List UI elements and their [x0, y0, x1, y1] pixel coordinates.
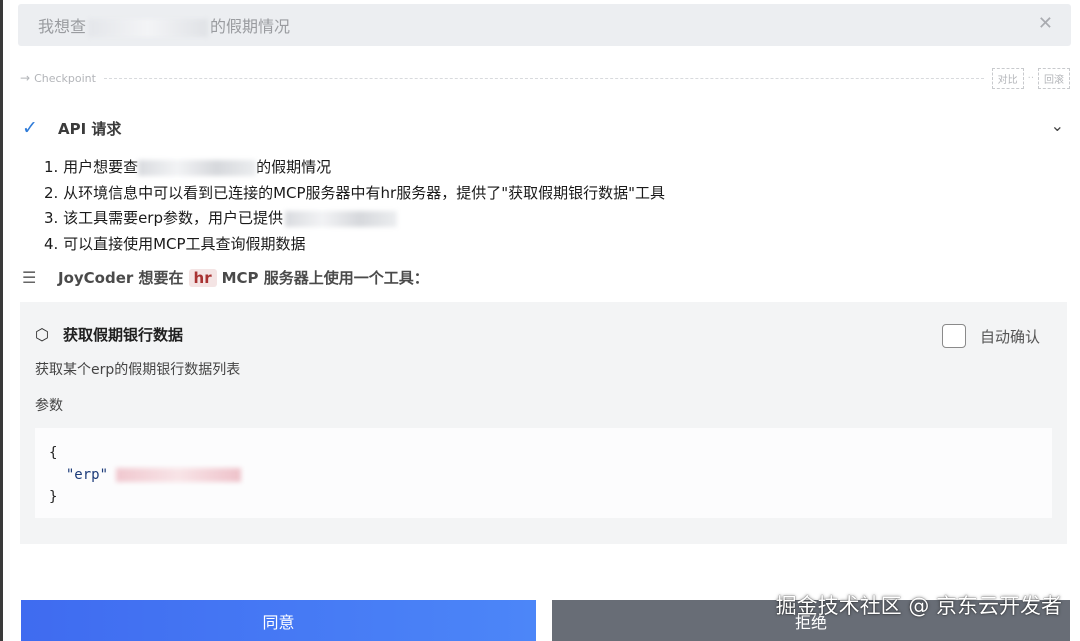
params-code-block: { "erp" }: [35, 428, 1052, 518]
mcp-notice-text: JoyCoder 想要在 hr MCP 服务器上使用一个工具：: [58, 268, 429, 287]
server-icon: ☰: [22, 267, 37, 287]
cube-icon: ⬡: [35, 325, 49, 344]
tool-name: 获取假期银行数据: [63, 326, 184, 344]
redacted-erp: [285, 210, 397, 227]
window-left-edge: [0, 0, 3, 641]
api-request-label: API 请求: [58, 119, 122, 138]
server-tag: hr: [188, 268, 217, 287]
chevron-down-icon[interactable]: ⌄: [1051, 116, 1064, 135]
code-key-erp: "erp": [65, 467, 109, 483]
reasoning-steps: 1. 用户想要查 的假期情况 2. 从环境信息中可以看到已连接的MCP服务器中有h…: [44, 155, 665, 257]
redacted-name: [88, 18, 209, 37]
step-item: 4. 可以直接使用MCP工具查询假期数据: [44, 234, 306, 253]
checkpoint-separator: ··: [1027, 72, 1034, 84]
redacted-erp-value: [116, 468, 242, 482]
task-header: 我想查 的假期情况 ✕: [18, 4, 1071, 46]
code-line-close: }: [49, 489, 58, 505]
agree-button[interactable]: 同意: [21, 600, 536, 641]
watermark: 掘金技术社区 @ 京东云开发者: [775, 594, 1062, 618]
redacted-name: [138, 159, 257, 176]
auto-confirm-label: 自动确认: [979, 327, 1040, 346]
params-label: 参数: [35, 398, 63, 414]
api-request-header[interactable]: ✓ API 请求 ⌄: [22, 116, 1070, 140]
code-line-erp: "erp": [49, 464, 1052, 486]
checkpoint-label: Checkpoint: [34, 71, 96, 85]
checkpoint-divider: [103, 77, 984, 79]
step-item: 3. 该工具需要erp参数，用户已提供: [44, 206, 665, 232]
step-item: 2. 从环境信息中可以看到已连接的MCP服务器中有hr服务器，提供了"获取假期银…: [44, 183, 666, 202]
close-icon[interactable]: ✕: [1038, 13, 1053, 34]
compare-button[interactable]: 对比: [991, 67, 1024, 89]
checkmark-icon: ✓: [22, 117, 38, 139]
step-item: 1. 用户想要查 的假期情况: [44, 158, 332, 176]
tool-description: 获取某个erp的假期银行数据列表: [35, 362, 241, 378]
mcp-notice: ☰ JoyCoder 想要在 hr MCP 服务器上使用一个工具：: [22, 265, 429, 289]
arrow-right-icon: →: [20, 71, 31, 85]
tool-header: ⬡ 获取假期银行数据: [35, 324, 183, 345]
tool-panel: ⬡ 获取假期银行数据 自动确认 获取某个erp的假期银行数据列表 参数 { "e…: [20, 302, 1067, 544]
auto-confirm-checkbox[interactable]: [941, 324, 966, 348]
code-line-open: {: [49, 445, 58, 461]
checkpoint-row: → Checkpoint 对比 ·· 回滚: [20, 67, 1070, 89]
task-title: 我想查 的假期情况: [38, 17, 291, 37]
auto-confirm-toggle[interactable]: 自动确认: [941, 324, 1040, 348]
rollback-button[interactable]: 回滚: [1038, 67, 1070, 89]
